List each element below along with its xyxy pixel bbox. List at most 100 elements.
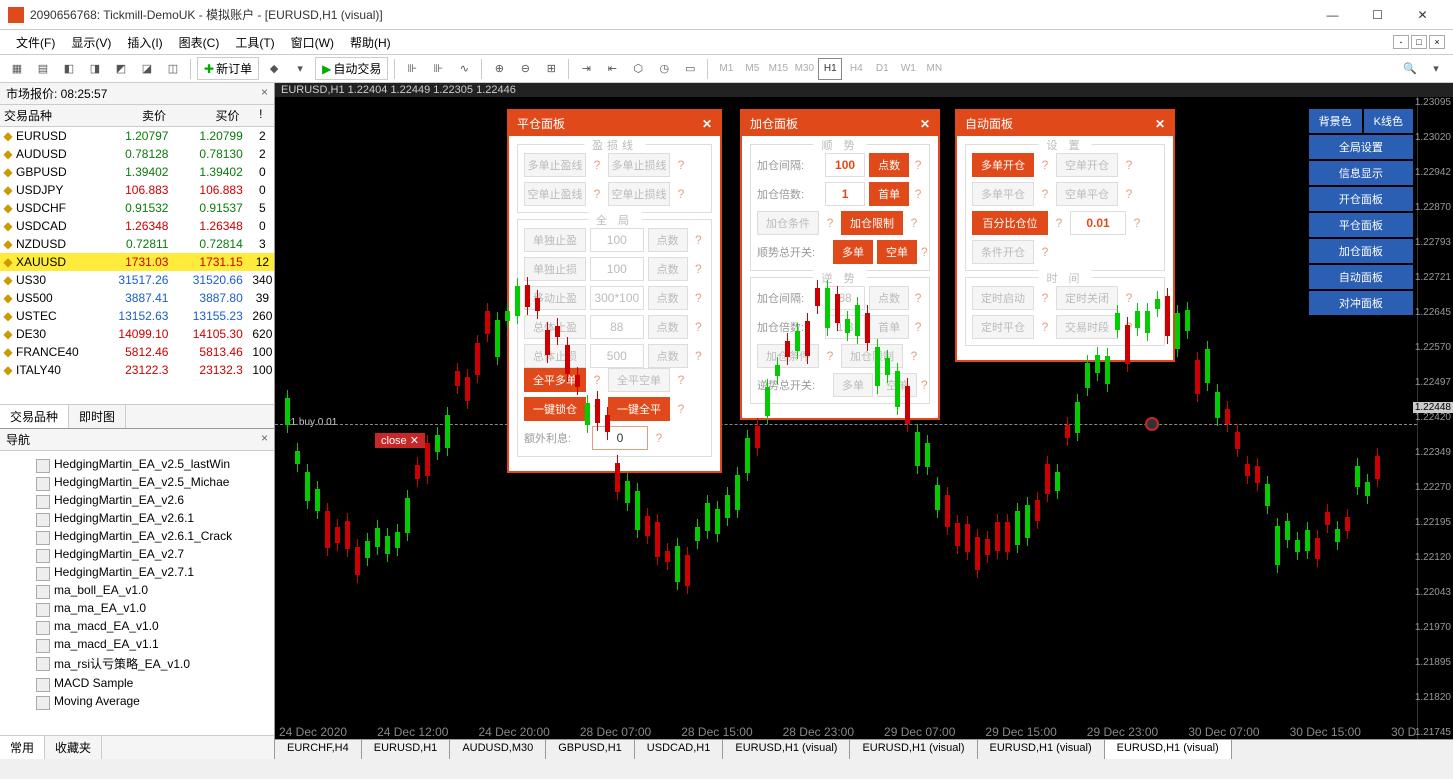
tf-M5[interactable]: M5 bbox=[740, 58, 764, 80]
zoom-out-icon[interactable]: ⊖ bbox=[514, 58, 536, 80]
tile-icon[interactable]: ⊞ bbox=[540, 58, 562, 80]
chart-tab[interactable]: AUDUSD,M30 bbox=[450, 740, 546, 759]
mw-row-USDJPY[interactable]: ◆USDJPY106.883106.8830 bbox=[0, 181, 274, 199]
bar-chart-icon[interactable]: ⊪ bbox=[401, 58, 423, 80]
tab-tick[interactable]: 即时图 bbox=[69, 405, 126, 428]
mw-row-ITALY40[interactable]: ◆ITALY4023122.323132.3100 bbox=[0, 361, 274, 379]
nav-item[interactable]: ma_ma_EA_v1.0 bbox=[4, 599, 270, 617]
chart-tab[interactable]: EURUSD,H1 (visual) bbox=[723, 740, 850, 759]
btn-trend-sell[interactable]: 空单 bbox=[877, 240, 917, 264]
mw-row-USTEC[interactable]: ◆USTEC13152.6313155.23260 bbox=[0, 307, 274, 325]
btn-add-limit[interactable]: 加仓限制 bbox=[841, 211, 903, 235]
nav-item[interactable]: HedgingMartin_EA_v2.5_Michae bbox=[4, 473, 270, 491]
chart-tab[interactable]: EURUSD,H1 bbox=[362, 740, 451, 759]
menu-insert[interactable]: 插入(I) bbox=[119, 34, 170, 51]
panel-auto-x[interactable]: ✕ bbox=[1155, 117, 1165, 131]
navigator-close[interactable]: × bbox=[261, 431, 268, 448]
btn-timer-start[interactable]: 定时启动 bbox=[972, 286, 1034, 310]
nav-item[interactable]: MACD Sample bbox=[4, 674, 270, 692]
btn-close-all-sell[interactable]: 全平空单 bbox=[608, 368, 670, 392]
tf-M15[interactable]: M15 bbox=[766, 58, 790, 80]
tf-H4[interactable]: H4 bbox=[844, 58, 868, 80]
autoscroll-icon[interactable]: ⇤ bbox=[601, 58, 623, 80]
mw-row-USDCAD[interactable]: ◆USDCAD1.263481.263480 bbox=[0, 217, 274, 235]
nav-item[interactable]: HedgingMartin_EA_v2.5_lastWin bbox=[4, 455, 270, 473]
options-icon[interactable]: ▾ bbox=[289, 58, 311, 80]
shift-icon[interactable]: ⇥ bbox=[575, 58, 597, 80]
btn-close-sell[interactable]: 空单平仓 bbox=[1056, 182, 1118, 206]
panel-auto-header[interactable]: 自动面板✕ bbox=[957, 111, 1173, 136]
menu-tools[interactable]: 工具(T) bbox=[227, 34, 282, 51]
menu-window[interactable]: 窗口(W) bbox=[283, 34, 342, 51]
btn-buy-sl-line[interactable]: 多单止损线 bbox=[608, 153, 670, 177]
new-order-button[interactable]: ✚新订单 bbox=[197, 57, 259, 80]
chart-tab[interactable]: EURUSD,H1 (visual) bbox=[978, 740, 1105, 759]
chart-tab[interactable]: EURUSD,H1 (visual) bbox=[1105, 740, 1232, 759]
terminal-icon[interactable]: ◪ bbox=[136, 58, 158, 80]
nav-item[interactable]: ma_macd_EA_v1.1 bbox=[4, 635, 270, 653]
mw-row-USDCHF[interactable]: ◆USDCHF0.915320.915375 bbox=[0, 199, 274, 217]
btn-open-buy[interactable]: 多单开仓 bbox=[972, 153, 1034, 177]
mw-row-US30[interactable]: ◆US3031517.2631520.66340 bbox=[0, 271, 274, 289]
btn-kline-color[interactable]: K线色 bbox=[1364, 109, 1413, 133]
btn-global-settings[interactable]: 全局设置 bbox=[1309, 135, 1413, 159]
mdi-minimize[interactable]: - bbox=[1393, 35, 1409, 49]
btn-bg-color[interactable]: 背景色 bbox=[1309, 109, 1362, 133]
new-chart-icon[interactable]: ▦ bbox=[6, 58, 28, 80]
maximize-button[interactable]: ☐ bbox=[1355, 0, 1400, 30]
mw-row-XAUUSD[interactable]: ◆XAUUSD1731.031731.1512 bbox=[0, 253, 274, 271]
chart-tab[interactable]: EURUSD,H1 (visual) bbox=[850, 740, 977, 759]
line-chart-icon[interactable]: ∿ bbox=[453, 58, 475, 80]
tab-common[interactable]: 常用 bbox=[0, 736, 45, 759]
mw-row-AUDUSD[interactable]: ◆AUDUSD0.781280.781302 bbox=[0, 145, 274, 163]
tf-MN[interactable]: MN bbox=[922, 58, 946, 80]
menu-chart[interactable]: 图表(C) bbox=[171, 34, 228, 51]
mw-row-NZDUSD[interactable]: ◆NZDUSD0.728110.728143 bbox=[0, 235, 274, 253]
panel-close-x[interactable]: ✕ bbox=[702, 117, 712, 131]
menu-view[interactable]: 显示(V) bbox=[63, 34, 119, 51]
btn-open-panel[interactable]: 开仓面板 bbox=[1309, 187, 1413, 211]
chart-tab[interactable]: GBPUSD,H1 bbox=[546, 740, 635, 759]
nav-item[interactable]: HedgingMartin_EA_v2.7.1 bbox=[4, 563, 270, 581]
panel-close-header[interactable]: 平仓面板✕ bbox=[509, 111, 720, 136]
btn-trend-buy[interactable]: 多单 bbox=[833, 240, 873, 264]
tab-symbols[interactable]: 交易品种 bbox=[0, 405, 69, 428]
add-interval-trend[interactable]: 100 bbox=[825, 153, 865, 177]
auto-trade-button[interactable]: ▶自动交易 bbox=[315, 57, 388, 80]
mw-row-GBPUSD[interactable]: ◆GBPUSD1.394021.394020 bbox=[0, 163, 274, 181]
mw-row-FRANCE40[interactable]: ◆FRANCE405812.465813.46100 bbox=[0, 343, 274, 361]
zoom-in-icon[interactable]: ⊕ bbox=[488, 58, 510, 80]
nav-item[interactable]: ma_macd_EA_v1.0 bbox=[4, 617, 270, 635]
btn-cond-open[interactable]: 条件开仓 bbox=[972, 240, 1034, 264]
btn-hedge-panel[interactable]: 对冲面板 bbox=[1309, 291, 1413, 315]
tf-W1[interactable]: W1 bbox=[896, 58, 920, 80]
btn-points[interactable]: 点数 bbox=[869, 153, 909, 177]
nav-item[interactable]: HedgingMartin_EA_v2.7 bbox=[4, 545, 270, 563]
tab-favorites[interactable]: 收藏夹 bbox=[45, 736, 102, 759]
mw-row-US500[interactable]: ◆US5003887.413887.8039 bbox=[0, 289, 274, 307]
tf-M30[interactable]: M30 bbox=[792, 58, 816, 80]
market-watch-close[interactable]: × bbox=[261, 85, 268, 102]
btn-close-buy[interactable]: 多单平仓 bbox=[972, 182, 1034, 206]
market-watch-icon[interactable]: ◧ bbox=[58, 58, 80, 80]
profile-icon[interactable]: ▤ bbox=[32, 58, 54, 80]
menu-help[interactable]: 帮助(H) bbox=[342, 34, 399, 51]
btn-info-display[interactable]: 信息显示 bbox=[1309, 161, 1413, 185]
tf-H1[interactable]: H1 bbox=[818, 58, 842, 80]
btn-add-cond[interactable]: 加仓条件 bbox=[757, 211, 819, 235]
tf-M1[interactable]: M1 bbox=[714, 58, 738, 80]
close-button[interactable]: ✕ bbox=[1400, 0, 1445, 30]
menu-file[interactable]: 文件(F) bbox=[8, 34, 63, 51]
btn-timer-close[interactable]: 定时平仓 bbox=[972, 315, 1034, 339]
close-tag[interactable]: close ✕ bbox=[375, 433, 425, 448]
indicators-icon[interactable]: ⬡ bbox=[627, 58, 649, 80]
btn-timer-stop[interactable]: 定时关闭 bbox=[1056, 286, 1118, 310]
nav-item[interactable]: HedgingMartin_EA_v2.6 bbox=[4, 491, 270, 509]
btn-buy-tp-line[interactable]: 多单止盈线 bbox=[524, 153, 586, 177]
nav-item[interactable]: Moving Average bbox=[4, 692, 270, 710]
mw-row-DE30[interactable]: ◆DE3014099.1014105.30620 bbox=[0, 325, 274, 343]
btn-first[interactable]: 首单 bbox=[869, 182, 909, 206]
minimize-button[interactable]: — bbox=[1310, 0, 1355, 30]
search-icon[interactable]: 🔍 bbox=[1399, 58, 1421, 80]
btn-close-panel[interactable]: 平仓面板 bbox=[1309, 213, 1413, 237]
